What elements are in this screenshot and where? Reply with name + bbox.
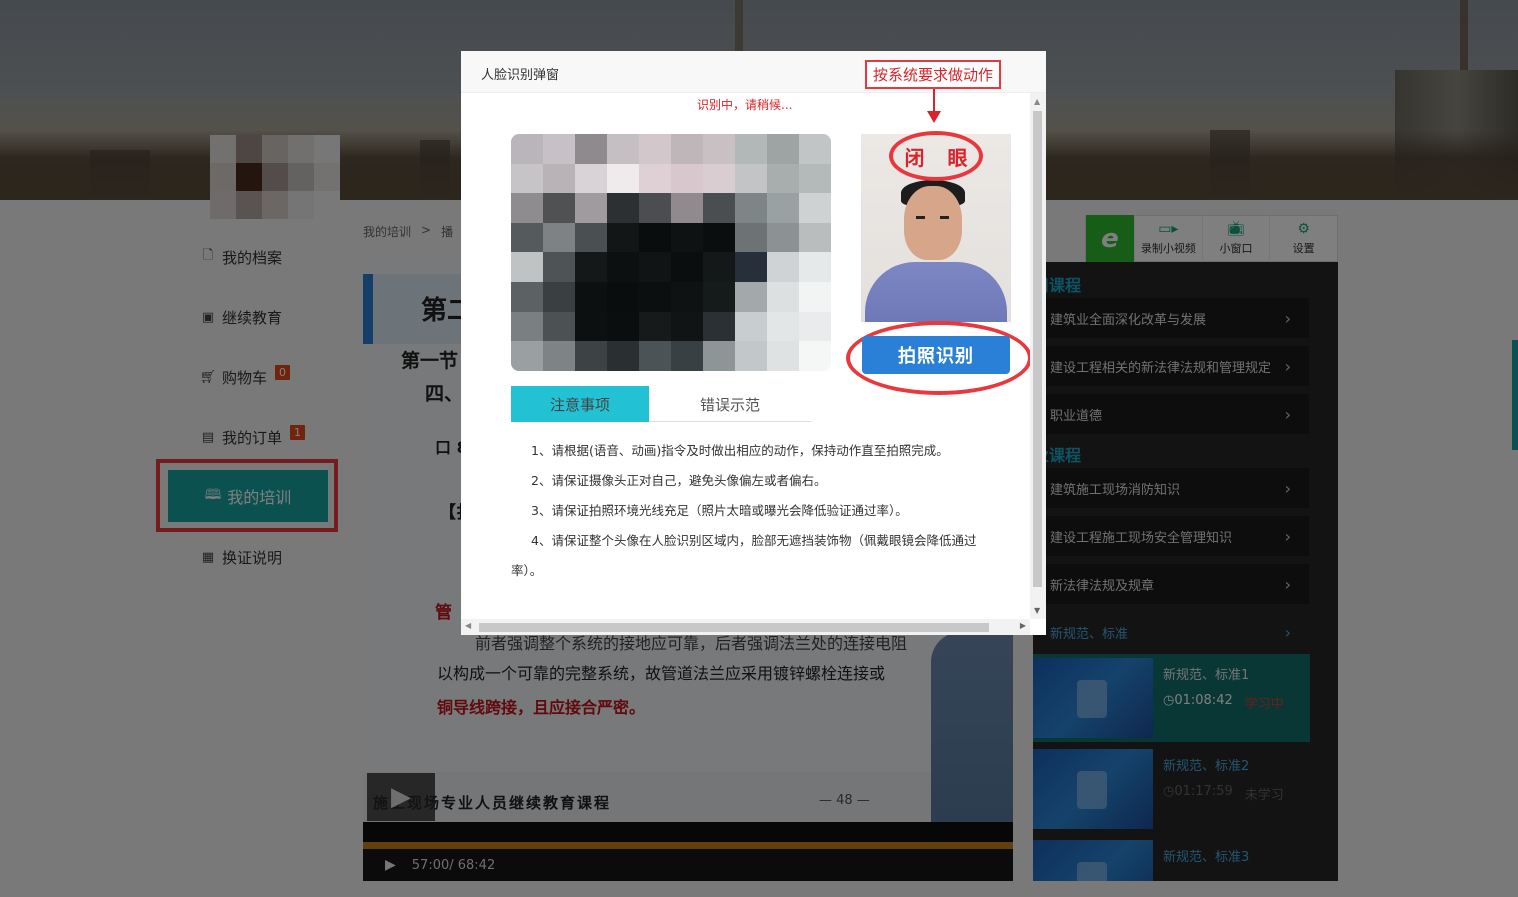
face-recognition-modal: 人脸识别弹窗 按系统要求做动作 识别中，请稍候... 闭 眼 拍照识别 注意事项… — [461, 51, 1046, 635]
scrollbar-thumb[interactable] — [479, 623, 989, 632]
annotation-arrow — [933, 89, 935, 113]
scroll-right-icon[interactable]: ▶ — [1020, 621, 1026, 630]
arrow-down-icon — [927, 111, 941, 123]
note-item: 1、请根据(语音、动画)指令及时做出相应的动作，保持动作直至拍照完成。 — [531, 443, 949, 458]
tab-notes[interactable]: 注意事项 — [511, 386, 649, 422]
scroll-left-icon[interactable]: ◀ — [465, 621, 471, 630]
camera-preview — [511, 134, 831, 371]
capture-button[interactable]: 拍照识别 — [862, 336, 1010, 374]
scroll-down-icon[interactable]: ▼ — [1034, 606, 1040, 615]
note-item: 3、请保证拍照环境光线充足（照片太暗或曝光会降低验证通过率）。 — [531, 503, 908, 518]
vertical-scrollbar[interactable]: ▲ ▼ — [1030, 93, 1046, 619]
annotation-label: 按系统要求做动作 — [865, 60, 1001, 89]
recognition-status: 识别中，请稍候... — [697, 98, 793, 112]
horizontal-scrollbar[interactable]: ◀ ▶ — [461, 619, 1030, 635]
modal-tabs: 注意事项 错误示范 — [511, 386, 811, 422]
action-label: 闭 眼 — [904, 145, 976, 170]
note-item: 4、请保证整个头像在人脸识别区域内，脸部无遮挡装饰物（佩戴眼镜会降低通过率）。 — [511, 533, 977, 578]
notes-list: 1、请根据(语音、动画)指令及时做出相应的动作，保持动作直至拍照完成。 2、请保… — [511, 436, 1001, 586]
action-indicator: 闭 眼 — [889, 131, 983, 181]
tab-error-examples[interactable]: 错误示范 — [649, 386, 811, 422]
scroll-up-icon[interactable]: ▲ — [1034, 97, 1040, 106]
scrollbar-thumb[interactable] — [1033, 111, 1042, 587]
note-item: 2、请保证摄像头正对自己，避免头像偏左或者偏右。 — [531, 473, 827, 488]
